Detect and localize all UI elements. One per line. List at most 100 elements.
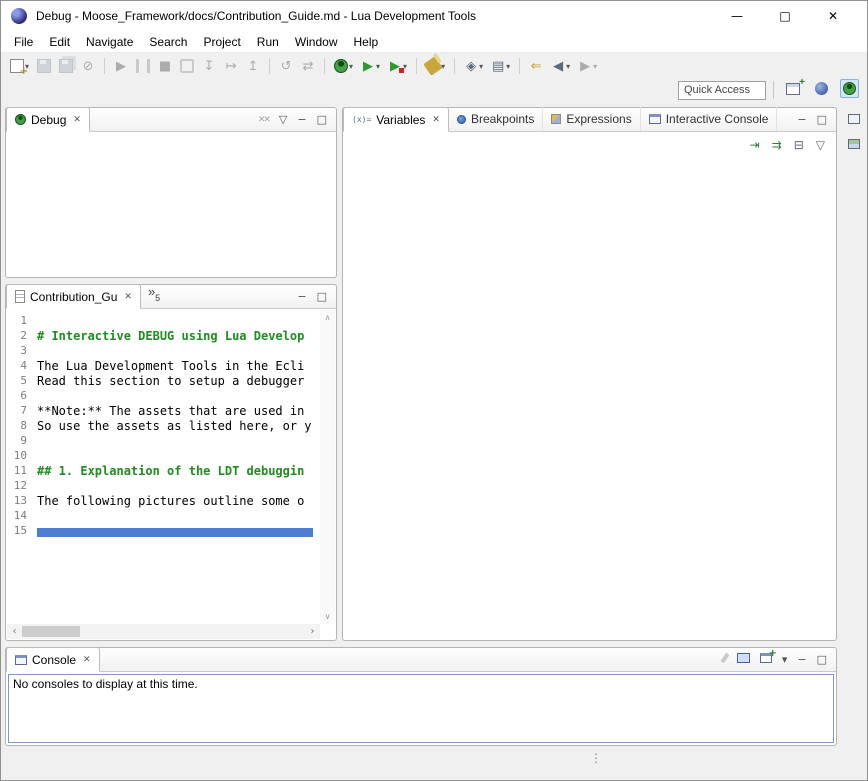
run-button[interactable]: ▶ ▾ [358, 55, 383, 77]
menu-item[interactable]: Window [287, 33, 346, 51]
ldt-perspective-button[interactable] [812, 79, 831, 98]
dropdown-arrow-icon[interactable]: ▾ [566, 62, 570, 71]
editor-line[interactable]: 5 Read this section to setup a debugger [11, 373, 319, 388]
menu-item[interactable]: Project [195, 33, 248, 51]
new-wizard-button[interactable]: ▾ [7, 55, 32, 77]
dropdown-arrow-icon[interactable]: ▾ [479, 62, 483, 71]
minimized-view-button[interactable] [846, 137, 862, 151]
minimize-icon[interactable]: − [297, 290, 306, 303]
restore-minimized-view-button[interactable] [846, 112, 862, 126]
pin-view-icon[interactable]: ⇉ [772, 138, 782, 152]
pin-console-icon[interactable] [723, 653, 727, 666]
editor-line[interactable]: 11 ## 1. Explanation of the LDT debuggin [11, 463, 319, 478]
suspend-button[interactable] [133, 55, 153, 77]
editor-line[interactable]: 14 [11, 508, 319, 523]
drop-to-frame-button[interactable]: ↺ [276, 55, 296, 77]
open-perspective-button[interactable] [783, 80, 803, 98]
dropdown-arrow-icon[interactable]: ▾ [376, 62, 380, 71]
dropdown-arrow-icon[interactable]: ▾ [349, 62, 353, 71]
remove-all-terminated-icon[interactable]: ✕✕ [258, 115, 269, 125]
show-logical-structure-icon[interactable]: ⇥ [750, 138, 760, 152]
debug-perspective-button[interactable] [840, 79, 859, 98]
step-over-button[interactable]: ↦ [221, 55, 241, 77]
collapse-all-icon[interactable]: ⊟ [794, 138, 804, 152]
display-selected-console-icon[interactable] [737, 653, 750, 666]
maximize-icon[interactable]: □ [817, 113, 827, 126]
code-area[interactable]: 1 2 # Interactive DEBUG using Lua Develo… [11, 313, 319, 623]
tab-contribution-guide[interactable]: Contribution_Gu ✕ [6, 284, 141, 309]
disconnect-button[interactable] [177, 55, 197, 77]
back-button[interactable]: ◀ ▾ [548, 55, 573, 77]
tab-console[interactable]: Console ✕ [6, 647, 100, 672]
menu-item[interactable]: File [6, 33, 41, 51]
close-button[interactable]: ✕ [809, 9, 857, 23]
editor-line[interactable]: 8 So use the assets as listed here, or y [11, 418, 319, 433]
view-menu-icon[interactable]: ▽ [816, 138, 825, 152]
editor-line[interactable]: 10 [11, 448, 319, 463]
resume-button[interactable]: ▶ [111, 55, 131, 77]
editor-line[interactable]: 4 The Lua Development Tools in the Ecli [11, 358, 319, 373]
scrollbar-thumb[interactable] [22, 626, 80, 637]
quick-access-input[interactable]: Quick Access [678, 81, 766, 100]
open-console-icon[interactable] [760, 653, 772, 666]
maximize-button[interactable]: □ [761, 9, 809, 23]
editor-line[interactable]: 12 [11, 478, 319, 493]
tab-variables[interactable]: (x)= Variables ✕ [343, 107, 449, 132]
scroll-left-icon[interactable]: ‹ [7, 626, 22, 637]
tab-debug[interactable]: Debug ✕ [6, 107, 90, 132]
editor-line[interactable]: 9 [11, 433, 319, 448]
maximize-icon[interactable]: □ [317, 290, 327, 303]
editor-line[interactable]: 1 [11, 313, 319, 328]
close-icon[interactable]: ✕ [73, 115, 81, 125]
scroll-down-icon[interactable]: ∨ [325, 612, 331, 621]
view-menu-icon[interactable]: ▽ [279, 113, 287, 126]
menu-item[interactable]: Run [249, 33, 287, 51]
editor-content[interactable]: 1 2 # Interactive DEBUG using Lua Develo… [7, 310, 335, 639]
console-output[interactable]: No consoles to display at this time. [8, 674, 834, 743]
debug-view-content[interactable] [7, 133, 335, 276]
vertical-scrollbar[interactable]: ∧ ∨ [320, 310, 335, 624]
splitter-grip[interactable]: ⋮ [590, 751, 602, 765]
minimize-icon[interactable]: − [797, 653, 806, 666]
forward-button[interactable]: ▶ ▾ [575, 55, 600, 77]
scrollbar-track[interactable] [22, 624, 305, 639]
dropdown-arrow-icon[interactable]: ▾ [506, 62, 510, 71]
menu-item[interactable]: Help [346, 33, 387, 51]
close-icon[interactable]: ✕ [83, 655, 91, 665]
editor-list-chevron[interactable]: » 5 [141, 284, 167, 308]
close-icon[interactable]: ✕ [124, 292, 132, 302]
variables-content[interactable]: ⇥ ⇉ ⊟ ▽ [344, 133, 835, 639]
editor-line[interactable]: 7 **Note:** The assets that are used in [11, 403, 319, 418]
menu-item[interactable]: Edit [41, 33, 78, 51]
horizontal-scrollbar[interactable]: ‹ › [7, 624, 320, 639]
scroll-right-icon[interactable]: › [305, 626, 320, 637]
open-type-button[interactable]: ◈ ▾ [461, 55, 486, 77]
save-all-button[interactable] [56, 55, 76, 77]
close-icon[interactable]: ✕ [432, 115, 440, 125]
tab-breakpoints[interactable]: Breakpoints [449, 107, 543, 131]
editor-line[interactable]: 13 The following pictures outline some o [11, 493, 319, 508]
tab-expressions[interactable]: Expressions [543, 107, 640, 131]
terminate-button[interactable]: ■ [155, 55, 175, 77]
scroll-up-icon[interactable]: ∧ [325, 313, 331, 322]
minimize-button[interactable]: — [713, 9, 761, 23]
editor-line[interactable]: 3 [11, 343, 319, 358]
minimize-icon[interactable]: − [797, 113, 806, 126]
tab-interactive-console[interactable]: Interactive Console [641, 107, 778, 131]
maximize-icon[interactable]: □ [817, 653, 827, 666]
dropdown-arrow-icon[interactable]: ▾ [593, 62, 597, 71]
menu-item[interactable]: Search [141, 33, 195, 51]
save-button[interactable] [34, 55, 54, 77]
step-into-button[interactable]: ↧ [199, 55, 219, 77]
dropdown-arrow-icon[interactable]: ▾ [782, 653, 788, 666]
maximize-icon[interactable]: □ [317, 113, 327, 126]
last-edit-location-button[interactable]: ⇐ [526, 55, 546, 77]
editor-line[interactable]: 15 [11, 523, 319, 538]
step-return-button[interactable]: ↥ [243, 55, 263, 77]
editor-line[interactable]: 2 # Interactive DEBUG using Lua Develop [11, 328, 319, 343]
editor-line[interactable]: 6 [11, 388, 319, 403]
menu-item[interactable]: Navigate [78, 33, 141, 51]
new-menu-button[interactable]: ▤ ▾ [488, 55, 513, 77]
minimize-icon[interactable]: − [297, 113, 306, 126]
coverage-button[interactable]: ▶ ▾ [385, 55, 410, 77]
